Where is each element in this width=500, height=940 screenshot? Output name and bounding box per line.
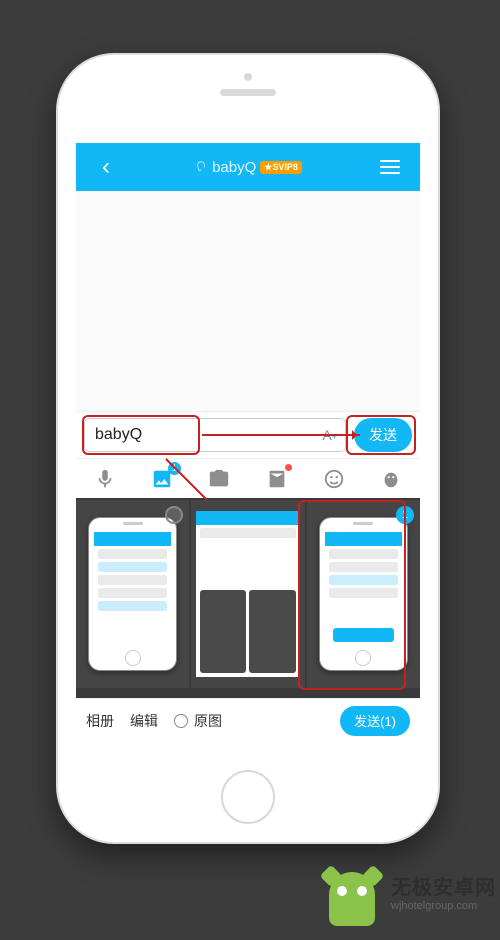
image-picker[interactable]: 1: [76, 498, 420, 698]
ear-icon: [194, 160, 208, 174]
watermark-logo: [321, 864, 383, 926]
redpacket-tab[interactable]: [264, 466, 290, 492]
header-title-area[interactable]: babyQ ★SVIP8: [126, 159, 370, 176]
app-screen: ‹ babyQ ★SVIP8 babyQ A+ 发送: [76, 143, 420, 752]
notification-dot: [285, 464, 292, 471]
picker-options-bar: 相册 编辑 原图 发送(1): [76, 698, 420, 742]
camera-tab[interactable]: [206, 466, 232, 492]
vip-badge: ★SVIP8: [260, 161, 302, 174]
thumbnail-preview: [196, 511, 300, 676]
phone-frame: ‹ babyQ ★SVIP8 babyQ A+ 发送: [58, 55, 438, 842]
watermark-name: 无极安卓网: [391, 877, 496, 900]
thumbnail-2[interactable]: [191, 500, 304, 688]
selection-ring[interactable]: [165, 506, 183, 524]
menu-button[interactable]: [370, 160, 410, 174]
attachment-tab-strip: 1: [76, 458, 420, 498]
edit-button[interactable]: 编辑: [130, 711, 158, 731]
red-envelope-icon: [266, 468, 288, 490]
radio-icon: [174, 714, 188, 728]
thumbnail-preview: [319, 517, 407, 671]
phone-camera: [244, 73, 252, 81]
album-button[interactable]: 相册: [86, 711, 114, 731]
emoji-tab[interactable]: [321, 466, 347, 492]
camera-icon: [208, 468, 230, 490]
penguin-icon: [380, 468, 402, 490]
phone-earpiece: [220, 89, 276, 96]
more-tab[interactable]: [378, 466, 404, 492]
thumbnail-preview: [88, 517, 176, 671]
emoji-icon: [323, 468, 345, 490]
annotation-arrow-horizontal: [202, 434, 360, 436]
voice-tab[interactable]: [92, 466, 118, 492]
watermark: 无极安卓网 wjhotelgroup.com: [321, 864, 496, 926]
chevron-left-icon: ‹: [102, 153, 110, 181]
thumbnail-3[interactable]: 1: [307, 500, 420, 688]
selection-ring-selected[interactable]: 1: [396, 506, 414, 524]
image-tab[interactable]: 1: [149, 466, 175, 492]
menu-icon: [380, 160, 400, 174]
send-images-button[interactable]: 发送(1): [340, 706, 410, 736]
home-button[interactable]: [221, 770, 275, 824]
chat-header: ‹ babyQ ★SVIP8: [76, 143, 420, 191]
message-input-value: babyQ: [95, 426, 142, 444]
back-button[interactable]: ‹: [86, 153, 126, 181]
chat-message-area[interactable]: [76, 191, 420, 411]
send-button[interactable]: 发送: [354, 418, 412, 452]
message-input-row: babyQ A+ 发送: [76, 411, 420, 458]
thumbnail-1[interactable]: [76, 500, 189, 688]
microphone-icon: [94, 468, 116, 490]
original-label: 原图: [194, 711, 222, 731]
watermark-url: wjhotelgroup.com: [391, 900, 496, 913]
chat-title: babyQ: [212, 159, 256, 176]
original-toggle[interactable]: 原图: [174, 711, 222, 731]
